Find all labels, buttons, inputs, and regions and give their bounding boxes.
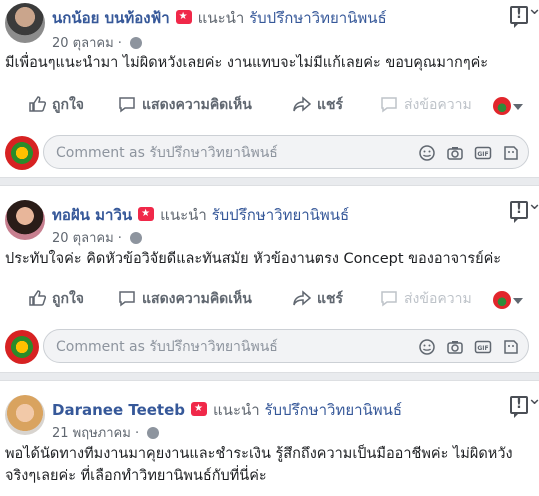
chevron-down-icon[interactable]	[513, 298, 523, 304]
review-text: พอได้นัดทางทีมงานมาคุยงานและชำระเงิน รู้…	[5, 446, 513, 484]
page-identity-icon[interactable]	[493, 97, 511, 115]
share-icon	[293, 96, 311, 112]
gif-icon[interactable]: GIF	[474, 338, 492, 356]
recommends-label: แนะนำ รับปรึกษาวิทยานิพนธ์	[197, 9, 387, 27]
svg-text:GIF: GIF	[477, 151, 488, 158]
emoji-icon[interactable]	[418, 338, 436, 356]
comment-icon	[119, 291, 135, 307]
review-header: Daranee Teeteb แนะนำ รับปรึกษาวิทยานิพนธ์	[52, 398, 402, 422]
like-icon	[29, 96, 46, 112]
share-icon	[293, 290, 311, 306]
page-link[interactable]: รับปรึกษาวิทยานิพนธ์	[212, 206, 350, 224]
review-card: Daranee Teeteb แนะนำ รับปรึกษาวิทยานิพนธ์…	[0, 381, 539, 496]
page-identity-icon[interactable]	[493, 291, 511, 309]
more-icon[interactable]: ⌄	[527, 0, 539, 18]
reviewer-name[interactable]: ทอฝัน มาวิน	[52, 206, 132, 224]
messenger-icon	[381, 97, 397, 113]
divider	[0, 372, 539, 381]
svg-text:GIF: GIF	[477, 345, 488, 352]
page-link[interactable]: รับปรึกษาวิทยานิพนธ์	[264, 401, 402, 419]
comment-input-box[interactable]: GIF	[43, 135, 529, 169]
comment-row: GIF	[0, 134, 539, 176]
like-icon	[29, 290, 46, 306]
like-button[interactable]: ถูกใจ	[28, 94, 84, 116]
comment-icon	[119, 97, 135, 113]
report-icon[interactable]: !	[510, 201, 528, 223]
recommend-badge-icon	[138, 207, 155, 221]
avatar[interactable]	[5, 200, 45, 240]
camera-icon[interactable]	[446, 144, 464, 162]
message-button[interactable]: ส่งข้อความ	[380, 288, 472, 310]
recommend-badge-icon	[175, 10, 192, 24]
review-card: นกน้อย บนท้องฟ้า แนะนำ รับปรึกษาวิทยานิพน…	[0, 0, 539, 178]
avatar	[5, 330, 39, 364]
comment-input[interactable]	[54, 335, 418, 359]
avatar[interactable]	[5, 3, 45, 43]
globe-icon	[130, 232, 143, 244]
review-text: ประทับใจค่ะ คิดหัวข้อวิจัยดีและทันสมัย ห…	[5, 251, 502, 267]
review-date[interactable]: 21 พฤษภาคม ·	[52, 422, 160, 443]
page-link[interactable]: รับปรึกษาวิทยานิพนธ์	[249, 9, 387, 27]
sticker-icon[interactable]	[502, 144, 520, 162]
comment-row: GIF	[0, 328, 539, 370]
camera-icon[interactable]	[446, 338, 464, 356]
reviewer-name[interactable]: นกน้อย บนท้องฟ้า	[52, 9, 170, 27]
recommends-label: แนะนำ รับปรึกษาวิทยานิพนธ์	[160, 206, 350, 224]
comment-button[interactable]: แสดงความคิดเห็น	[118, 94, 252, 116]
avatar	[5, 136, 39, 170]
report-icon[interactable]: !	[510, 396, 528, 418]
review-text: มีเพื่อนๆแนะนำมา ไม่ผิดหวังเลยค่ะ งานแทบ…	[5, 55, 489, 71]
comment-input-box[interactable]: GIF	[43, 329, 529, 363]
recommends-label: แนะนำ รับปรึกษาวิทยานิพนธ์	[213, 401, 403, 419]
report-icon[interactable]: !	[510, 6, 528, 28]
review-date[interactable]: 20 ตุลาคม ·	[52, 32, 143, 53]
more-icon[interactable]: ⌄	[527, 195, 539, 213]
comment-button[interactable]: แสดงความคิดเห็น	[118, 288, 252, 310]
recommend-badge-icon	[191, 402, 208, 416]
emoji-icon[interactable]	[418, 144, 436, 162]
action-bar: ถูกใจ แสดงความคิดเห็น แชร์ ส่งข้อความ	[0, 288, 539, 318]
sticker-icon[interactable]	[502, 338, 520, 356]
gif-icon[interactable]: GIF	[474, 144, 492, 162]
message-button[interactable]: ส่งข้อความ	[380, 94, 472, 116]
action-bar: ถูกใจ แสดงความคิดเห็น แชร์ ส่งข้อความ	[0, 94, 539, 124]
globe-icon	[130, 37, 143, 49]
share-button[interactable]: แชร์	[293, 288, 343, 310]
more-icon[interactable]: ⌄	[527, 390, 539, 408]
review-header: นกน้อย บนท้องฟ้า แนะนำ รับปรึกษาวิทยานิพน…	[52, 6, 387, 30]
like-button[interactable]: ถูกใจ	[28, 288, 84, 310]
reviewer-name[interactable]: Daranee Teeteb	[52, 401, 185, 419]
review-card: ทอฝัน มาวิน แนะนำ รับปรึกษาวิทยานิพนธ์ 20…	[0, 186, 539, 374]
chevron-down-icon[interactable]	[513, 104, 523, 110]
review-date[interactable]: 20 ตุลาคม ·	[52, 227, 143, 248]
messenger-icon	[381, 291, 397, 307]
globe-icon	[147, 427, 160, 439]
divider	[0, 177, 539, 186]
share-button[interactable]: แชร์	[293, 94, 343, 116]
avatar[interactable]	[5, 395, 45, 435]
comment-input[interactable]	[54, 141, 418, 165]
review-header: ทอฝัน มาวิน แนะนำ รับปรึกษาวิทยานิพนธ์	[52, 203, 349, 227]
